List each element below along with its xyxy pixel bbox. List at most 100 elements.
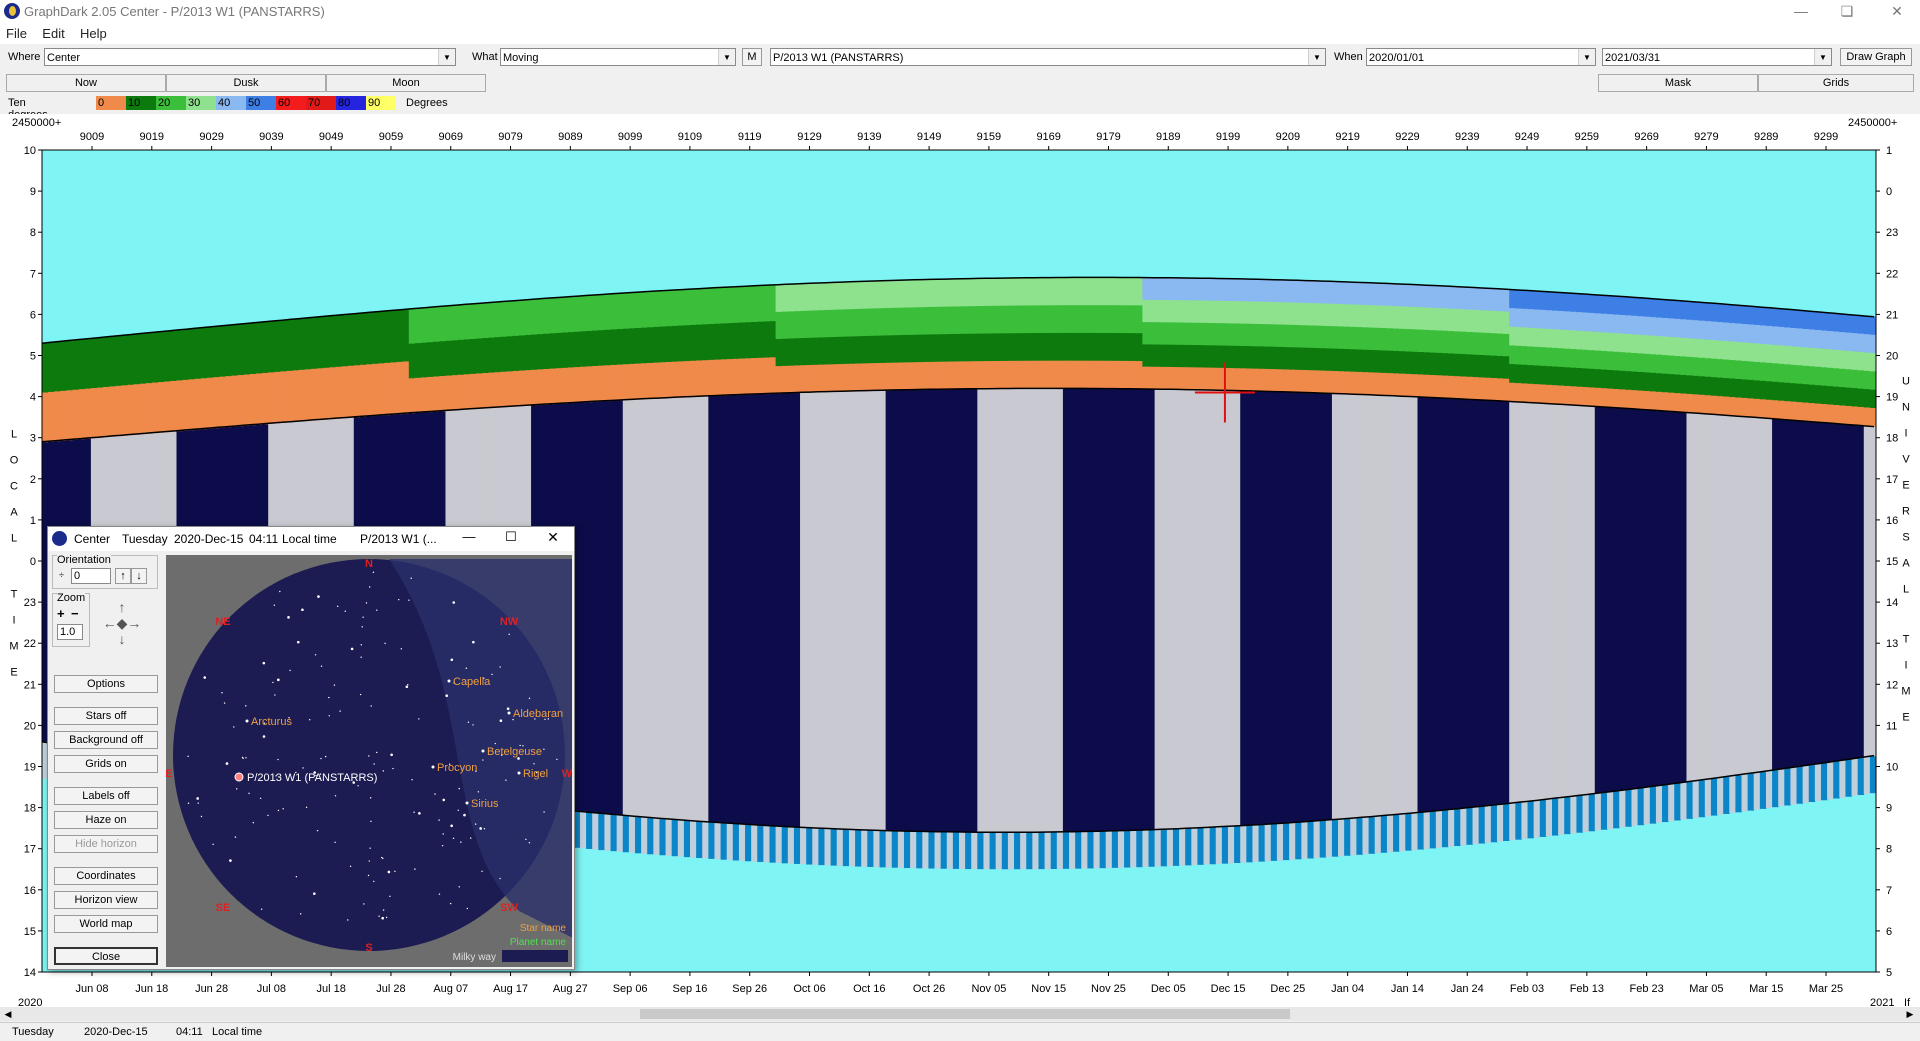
background-off-button[interactable]: Background off <box>54 731 158 749</box>
altitude-bar <box>433 306 440 343</box>
twilight-bar <box>836 828 844 866</box>
altitude-bar <box>1839 387 1846 406</box>
hide-horizon-button[interactable]: Hide horizon <box>54 835 158 853</box>
altitude-bar <box>1203 345 1211 369</box>
night-bar <box>671 397 679 820</box>
night-bar <box>855 390 862 830</box>
m-button[interactable]: M <box>742 48 762 66</box>
object-select[interactable]: P/2013 W1 (PANSTARRS) ▼ <box>770 48 1326 66</box>
pan-arrows-icon[interactable]: ↑ ←◆→ ↓ <box>98 599 146 647</box>
altitude-bar <box>1374 327 1382 351</box>
altitude-bar <box>1747 361 1755 381</box>
to-date-select[interactable]: 2021/03/31 ▼ <box>1602 48 1832 66</box>
scroll-right-icon[interactable]: ▶ <box>1904 1008 1916 1020</box>
draw-graph-button[interactable]: Draw Graph <box>1840 48 1912 66</box>
zoom-in-icon[interactable]: + <box>57 606 69 621</box>
altitude-bar <box>1258 346 1266 370</box>
close-icon[interactable]: ✕ <box>1874 0 1920 24</box>
arrow-down-icon[interactable]: ↓ <box>131 568 147 584</box>
altitude-bar <box>1307 303 1314 326</box>
star-dot <box>200 815 203 818</box>
altitude-bar <box>1240 301 1247 325</box>
altitude-bar <box>1246 323 1253 347</box>
scroll-left-icon[interactable]: ◀ <box>2 1008 14 1020</box>
altitude-bar <box>1704 376 1712 396</box>
altitude-bar <box>1240 345 1247 369</box>
chevron-down-icon[interactable]: ▼ <box>718 49 735 65</box>
what-select[interactable]: Moving ▼ <box>500 48 736 66</box>
twilight-bar <box>1496 804 1504 842</box>
world-map-button[interactable]: World map <box>54 915 158 933</box>
altitude-bar <box>1441 285 1449 309</box>
chevron-down-icon[interactable]: ▼ <box>1814 49 1831 65</box>
dusk-button[interactable]: Dusk <box>166 74 326 92</box>
twilight-bar <box>977 832 984 870</box>
chevron-down-icon[interactable]: ▼ <box>438 49 455 65</box>
chevron-down-icon[interactable]: ▼ <box>1578 49 1595 65</box>
from-date-select[interactable]: 2020/01/01 ▼ <box>1366 48 1596 66</box>
night-bar <box>665 397 673 819</box>
orientation-input[interactable]: 0 <box>71 568 111 584</box>
rotate-icon[interactable]: ÷ <box>59 570 69 584</box>
altitude-bar <box>298 318 306 371</box>
haze-on-button[interactable]: Haze on <box>54 811 158 829</box>
stars-off-button[interactable]: Stars off <box>54 707 158 725</box>
mask-button[interactable]: Mask <box>1598 74 1758 92</box>
altitude-bar <box>641 363 648 400</box>
altitude-bar <box>494 337 501 373</box>
arrow-up-icon[interactable]: ↑ <box>115 568 131 584</box>
maximize-icon[interactable]: ☐ <box>498 529 524 549</box>
menu-help[interactable]: Help <box>74 24 113 41</box>
right-hour-label: 20 <box>1886 351 1898 363</box>
altitude-bar <box>1570 349 1577 369</box>
left-hour-label: 19 <box>24 762 36 774</box>
altitude-bar <box>1191 278 1198 301</box>
menu-file[interactable]: File <box>0 24 33 41</box>
minimize-icon[interactable]: — <box>1778 0 1824 24</box>
star-dot <box>394 870 396 873</box>
where-select[interactable]: Center ▼ <box>44 48 456 66</box>
twilight-bar <box>855 829 862 867</box>
zoom-out-icon[interactable]: − <box>71 606 83 621</box>
altitude-bar <box>1723 359 1730 379</box>
altitude-bar <box>262 321 269 374</box>
altitude-bar <box>1637 297 1645 317</box>
sky-view-titlebar[interactable]: Center Tuesday 2020-Dec-15 04:11 Local t… <box>48 527 574 551</box>
altitude-bar <box>1142 322 1149 345</box>
twilight-bar <box>1069 831 1076 869</box>
altitude-bar <box>1857 388 1865 408</box>
twilight-bar <box>1588 794 1596 832</box>
minimize-icon[interactable]: — <box>456 529 482 549</box>
close-button[interactable]: Close <box>54 947 158 965</box>
labels-off-button[interactable]: Labels off <box>54 787 158 805</box>
grids-on-button[interactable]: Grids on <box>54 755 158 773</box>
horizon-view-button[interactable]: Horizon view <box>54 891 158 909</box>
altitude-bar <box>1172 277 1180 301</box>
star-dot <box>296 640 300 644</box>
altitude-bar <box>1185 322 1192 346</box>
chevron-down-icon[interactable]: ▼ <box>1308 49 1325 65</box>
altitude-bar <box>372 363 379 417</box>
horizontal-scrollbar[interactable]: ◀ ▶ <box>0 1007 1920 1021</box>
altitude-bar <box>1191 322 1198 346</box>
right-vertical-letter: R <box>1902 505 1910 517</box>
altitude-bar <box>586 366 593 403</box>
altitude-bar <box>1325 326 1333 349</box>
sky-map[interactable]: N NW W SW S SE E NE Capella Aldebaran Arcturus Bete… <box>166 555 572 967</box>
now-button[interactable]: Now <box>6 74 166 92</box>
altitude-bar <box>708 288 715 325</box>
maximize-icon[interactable]: ❏ <box>1824 0 1870 24</box>
menu-edit[interactable]: Edit <box>36 24 70 41</box>
close-icon[interactable]: ✕ <box>540 529 566 549</box>
left-vertical-letter: L <box>11 429 17 441</box>
options-button[interactable]: Options <box>54 675 158 693</box>
night-bar <box>867 390 874 830</box>
grids-button[interactable]: Grids <box>1758 74 1914 92</box>
night-bar <box>1044 388 1052 833</box>
moon-button[interactable]: Moon <box>326 74 486 92</box>
coordinates-button[interactable]: Coordinates <box>54 867 158 885</box>
night-bar <box>1038 388 1045 833</box>
scroll-thumb[interactable] <box>640 1009 1290 1019</box>
altitude-bar <box>910 279 917 308</box>
zoom-input[interactable]: 1.0 <box>57 624 83 640</box>
